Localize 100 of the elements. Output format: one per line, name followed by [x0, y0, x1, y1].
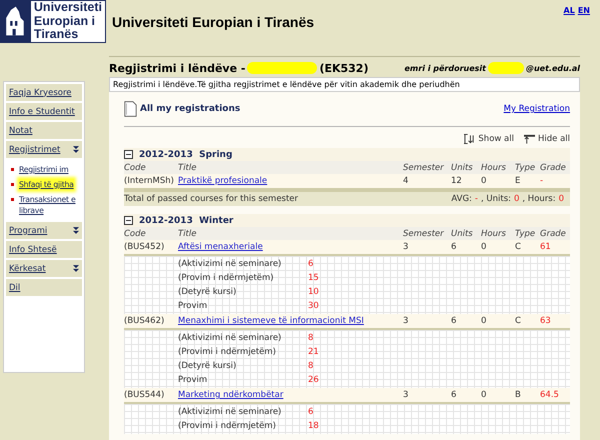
course-code: (BUS452)	[124, 242, 166, 252]
table-cell-text: 0	[481, 242, 488, 252]
menu-link[interactable]: Info Shtesë	[9, 244, 57, 254]
panel-title: All my registrations	[140, 104, 240, 114]
course-code: (InternMSh)	[124, 176, 175, 186]
assessment-score: 26	[308, 375, 320, 385]
assessment-score: 30	[308, 301, 320, 311]
student-code: (EK532)	[319, 62, 368, 74]
redaction-mark	[488, 62, 524, 74]
assessment-score: 6	[308, 407, 314, 417]
collapse-all-icon	[524, 134, 535, 144]
menu-item[interactable]: Regjistrimet	[6, 141, 82, 158]
grade-cell-text: 61	[540, 242, 552, 252]
assessment-label: (Aktivizimi në seminare)	[178, 407, 282, 417]
logo-text: Tiranës	[34, 28, 78, 42]
course-code: (BUS462)	[124, 316, 166, 326]
expand-arrows-icon	[73, 265, 79, 272]
table-cell-text: 0	[481, 390, 488, 400]
course-link[interactable]: Praktikë profesionale	[178, 176, 268, 186]
assessment-score: 15	[308, 273, 320, 283]
language-link[interactable]: EN	[578, 6, 590, 15]
collapse-button[interactable]	[124, 150, 133, 159]
show-all-button[interactable]: Show all	[464, 134, 514, 144]
redaction-mark	[247, 62, 318, 74]
menu-item[interactable]: Info e Studentit	[6, 103, 82, 120]
email-domain: @uet.edu.al	[526, 64, 580, 72]
menu-link[interactable]: Kërkesat	[9, 264, 46, 274]
menu-link[interactable]: Dil	[9, 282, 20, 292]
bullet-icon	[11, 168, 14, 171]
expand-all-icon	[464, 134, 476, 144]
table-cell-text: E	[515, 176, 522, 186]
assessment-score: 10	[308, 287, 320, 297]
table-cell-text: 6	[451, 316, 458, 326]
table-cell-text: B	[515, 390, 522, 400]
username-label: emri i përdoruesit	[404, 64, 486, 72]
table-cell-text: 6	[451, 242, 458, 252]
menu-link[interactable]: Regjistrimet	[9, 144, 60, 154]
logo-text: Europian i	[34, 14, 96, 28]
menu-item[interactable]: Programi	[6, 222, 82, 239]
column-header: Type	[515, 228, 536, 238]
table-cell-text: 3	[403, 316, 410, 326]
column-header: Code	[124, 228, 147, 238]
menu-item[interactable]: Dil	[6, 279, 82, 296]
menu-link[interactable]: Info e Studentit	[9, 106, 75, 116]
assessment-score: 18	[308, 421, 320, 431]
column-header: Units	[451, 162, 474, 172]
assessment-label: (Provim i ndërmjetëm)	[178, 273, 275, 283]
course-link[interactable]: Aftësi menaxheriale	[178, 242, 263, 252]
assessment-label: (Provimi i ndërmjetëm)	[178, 347, 277, 357]
assessment-score: 21	[308, 347, 320, 357]
assessment-label: (Detyrë kursi)	[178, 361, 238, 371]
assessment-label: (Detyrë kursi)	[178, 287, 238, 297]
table-cell-text: 3	[403, 242, 410, 252]
menu-link[interactable]: Notat	[9, 126, 32, 136]
bullet-icon	[11, 183, 14, 186]
assessment-score: 8	[308, 333, 314, 343]
hours-label: , Hours:	[522, 194, 556, 204]
page-description: Regjistrimi i lëndëve.Të gjitha regjistrimet e lëndëve për vitin akademik dhe periudhën	[109, 77, 580, 92]
units-label: , Units:	[480, 194, 511, 204]
assessment-score: 6	[308, 259, 314, 269]
collapse-button[interactable]	[124, 216, 133, 225]
logo-text: Universiteti	[34, 1, 102, 14]
table-cell-text: C	[515, 242, 522, 252]
my-registration-link[interactable]: My Registration	[504, 104, 570, 114]
menu-item[interactable]: Notat	[6, 122, 82, 139]
language-link[interactable]: AL	[564, 6, 575, 15]
course-link[interactable]: Menaxhimi i sistemeve të informacionit MSI	[178, 316, 364, 326]
grade-cell-text: 63	[540, 316, 552, 326]
semester-title: 2012-2013 Spring	[139, 150, 232, 160]
menu-item[interactable]: Kërkesat	[6, 260, 82, 277]
table-cell-text: 0	[481, 316, 488, 326]
expand-arrows-icon	[73, 146, 79, 153]
column-header: Title	[178, 162, 198, 172]
assessment-label: Provim	[178, 375, 208, 385]
menu-link[interactable]: Faqja Kryesore	[9, 88, 72, 98]
menu-item[interactable]: Faqja Kryesore	[6, 84, 82, 101]
hide-all-button[interactable]: Hide all	[524, 134, 570, 144]
document-icon	[124, 100, 137, 118]
assessment-label: (Provimi i ndërmjetëm)	[178, 421, 277, 431]
column-header: Hours	[481, 228, 507, 238]
grade-cell-text: 64.5	[540, 390, 560, 400]
assessment-score: 8	[308, 361, 314, 371]
bullet-icon	[11, 198, 14, 201]
column-header: Title	[178, 228, 198, 238]
table-cell-text: 3	[403, 390, 410, 400]
units-value: 0	[514, 194, 520, 204]
grade-cell-text: -	[540, 176, 544, 186]
site-title: Universiteti Europian i Tiranës	[112, 14, 316, 30]
semester-title: 2012-2013 Winter	[139, 216, 234, 226]
course-link[interactable]: Marketing ndërkombëtar	[178, 390, 284, 400]
assessment-label: (Aktivizimi në seminare)	[178, 259, 282, 269]
menu-link[interactable]: Programi	[9, 226, 48, 236]
table-cell-text: C	[515, 316, 522, 326]
column-header: Grade	[540, 228, 567, 238]
page-heading: Regjistrimi i lëndëve -	[109, 62, 246, 74]
table-cell-text: 6	[451, 390, 458, 400]
menu-item[interactable]: Info Shtesë	[6, 241, 82, 258]
table-cell-text: 12	[451, 176, 463, 186]
avg-value: -	[474, 194, 478, 204]
column-header: Semester	[403, 162, 445, 172]
